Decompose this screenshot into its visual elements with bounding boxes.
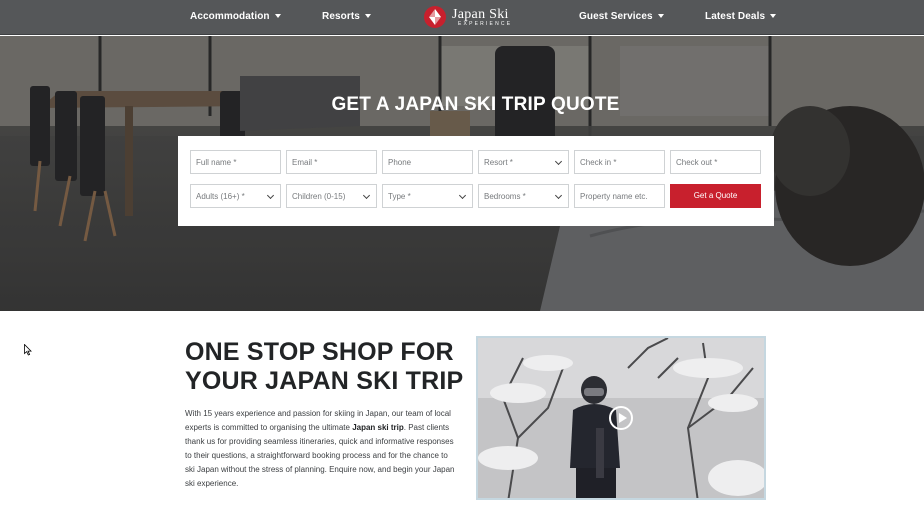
promo-video[interactable] [476, 336, 766, 500]
children-select[interactable]: Children (0-15) [286, 184, 377, 208]
email-input[interactable]: Email * [286, 150, 377, 174]
resort-placeholder: Resort * [484, 158, 513, 167]
body-text-end: . Past clients thank us for providing se… [185, 422, 455, 488]
type-placeholder: Type * [388, 192, 411, 201]
email-placeholder: Email * [292, 158, 318, 167]
section-title-line1: ONE STOP SHOP FOR [185, 338, 454, 366]
nav-guest-services[interactable]: Guest Services [579, 11, 664, 22]
chevron-down-icon [554, 157, 563, 166]
quote-form: Full name * Email * Phone Resort * Check… [178, 136, 774, 226]
check-out-input[interactable]: Check out * [670, 150, 761, 174]
phone-input[interactable]: Phone [382, 150, 473, 174]
caret-down-icon [274, 14, 281, 18]
check-in-placeholder: Check in * [580, 158, 617, 167]
hero-banner: GET A JAPAN SKI TRIP QUOTE Full name * E… [0, 36, 924, 311]
adults-select[interactable]: Adults (16+) * [190, 184, 281, 208]
nav-resorts-label: Resorts [322, 11, 360, 22]
chevron-down-icon [266, 191, 275, 200]
resort-select[interactable]: Resort * [478, 150, 569, 174]
top-navigation: Accommodation Resorts Japan Ski EXPERIEN… [0, 0, 924, 35]
nav-guest-services-label: Guest Services [579, 11, 653, 22]
check-in-input[interactable]: Check in * [574, 150, 665, 174]
nav-latest-deals-label: Latest Deals [705, 11, 766, 22]
hero-title: GET A JAPAN SKI TRIP QUOTE [331, 94, 620, 115]
nav-accommodation[interactable]: Accommodation [190, 11, 281, 22]
get-quote-button[interactable]: Get a Quote [670, 184, 761, 208]
play-triangle-icon [619, 413, 627, 423]
logo-diamond-icon [424, 6, 446, 28]
section-title: ONE STOP SHOP FOR YOUR JAPAN SKI TRIP [185, 338, 463, 396]
full-name-input[interactable]: Full name * [190, 150, 281, 174]
section-title-line2: YOUR JAPAN SKI TRIP [185, 367, 464, 395]
chevron-down-icon [362, 191, 371, 200]
full-name-placeholder: Full name * [196, 158, 237, 167]
type-select[interactable]: Type * [382, 184, 473, 208]
bedrooms-placeholder: Bedrooms * [484, 192, 526, 201]
section-body: With 15 years experience and passion for… [185, 407, 455, 490]
nav-latest-deals[interactable]: Latest Deals [705, 11, 777, 22]
chevron-down-icon [458, 191, 467, 200]
chevron-down-icon [554, 191, 563, 200]
property-name-input[interactable]: Property name etc. [574, 184, 665, 208]
check-out-placeholder: Check out * [676, 158, 718, 167]
nav-resorts[interactable]: Resorts [322, 11, 371, 22]
caret-down-icon [364, 14, 371, 18]
caret-down-icon [657, 14, 664, 18]
logo-subtext: EXPERIENCE [458, 21, 513, 27]
nav-accommodation-label: Accommodation [190, 11, 270, 22]
phone-placeholder: Phone [388, 158, 412, 167]
children-placeholder: Children (0-15) [292, 192, 346, 201]
site-logo[interactable]: Japan Ski EXPERIENCE [424, 5, 524, 30]
property-name-placeholder: Property name etc. [580, 192, 648, 201]
adults-placeholder: Adults (16+) * [196, 192, 245, 201]
play-icon[interactable] [609, 406, 633, 430]
body-text-bold: Japan ski trip [352, 422, 404, 432]
caret-down-icon [770, 14, 777, 18]
bedrooms-select[interactable]: Bedrooms * [478, 184, 569, 208]
mouse-cursor-icon [24, 344, 32, 356]
